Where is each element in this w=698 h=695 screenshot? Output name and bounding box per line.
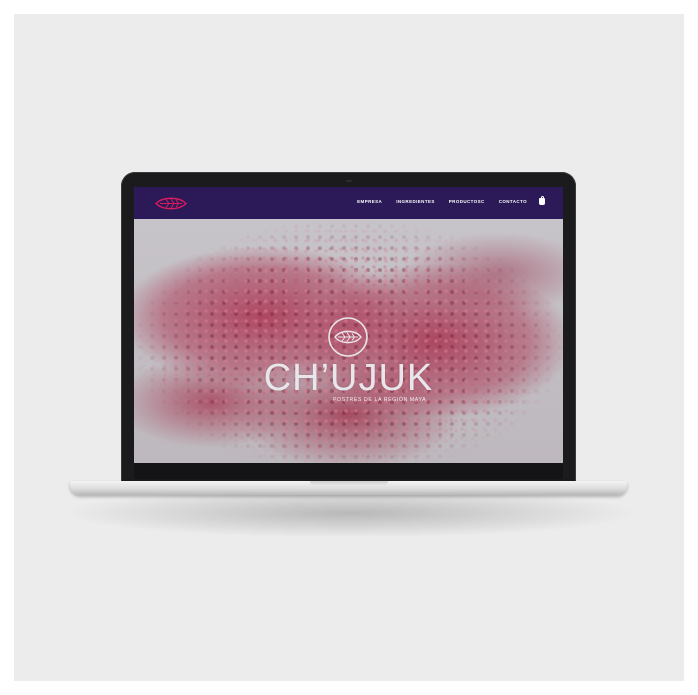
brand-tagline: POSTRES DE LA REGIÓN MAYA: [333, 397, 427, 403]
site-navbar: EMPRESA INGREDIENTES PRODUCTOSC CONTACTO: [134, 187, 563, 219]
hero-image: CH’UJUK POSTRES DE LA REGIÓN MAYA: [134, 219, 563, 463]
leaf-logo-icon[interactable]: [154, 196, 188, 211]
laptop-screen: EMPRESA INGREDIENTES PRODUCTOSC CONTACTO…: [134, 187, 563, 463]
cart-icon[interactable]: [539, 196, 545, 205]
brand-emblem-icon: [328, 317, 368, 357]
laptop-shadow: [60, 488, 640, 538]
webcam: [346, 180, 352, 182]
nav-links: EMPRESA INGREDIENTES PRODUCTOSC CONTACTO: [357, 199, 527, 204]
laptop-opening-notch: [310, 481, 388, 486]
nav-ingredientes[interactable]: INGREDIENTES: [396, 199, 435, 204]
brand-name: CH’UJUK: [263, 357, 434, 399]
nav-productos[interactable]: PRODUCTOSC: [449, 199, 485, 204]
screen-bezel: [134, 463, 563, 479]
nav-empresa[interactable]: EMPRESA: [357, 199, 382, 204]
nav-contacto[interactable]: CONTACTO: [499, 199, 527, 204]
